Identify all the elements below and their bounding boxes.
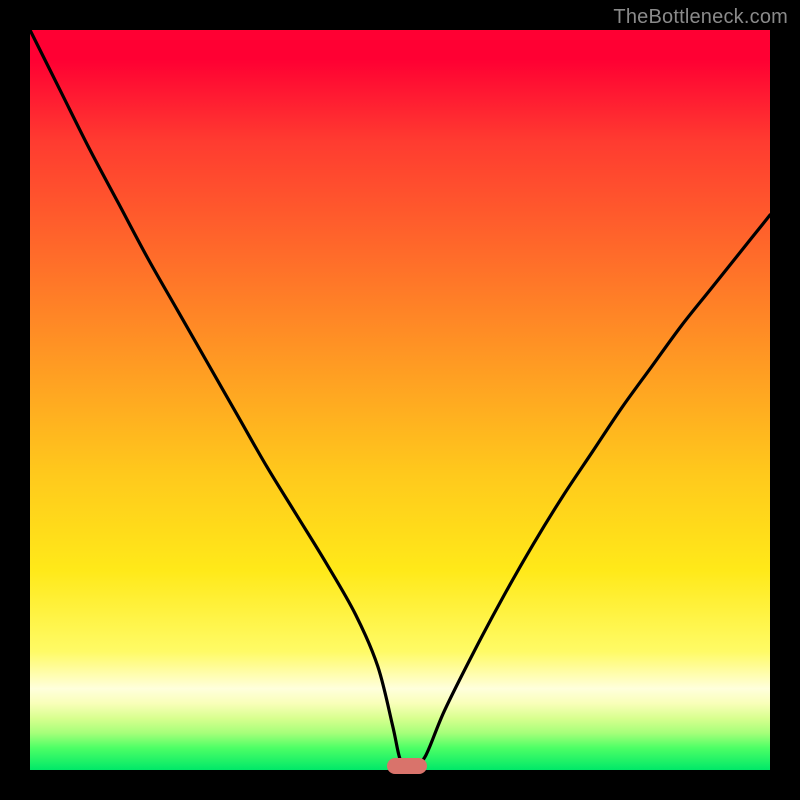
bottleneck-curve (30, 30, 770, 770)
chart-frame: TheBottleneck.com (0, 0, 800, 800)
watermark-text: TheBottleneck.com (613, 6, 788, 29)
optimum-marker (387, 758, 427, 774)
